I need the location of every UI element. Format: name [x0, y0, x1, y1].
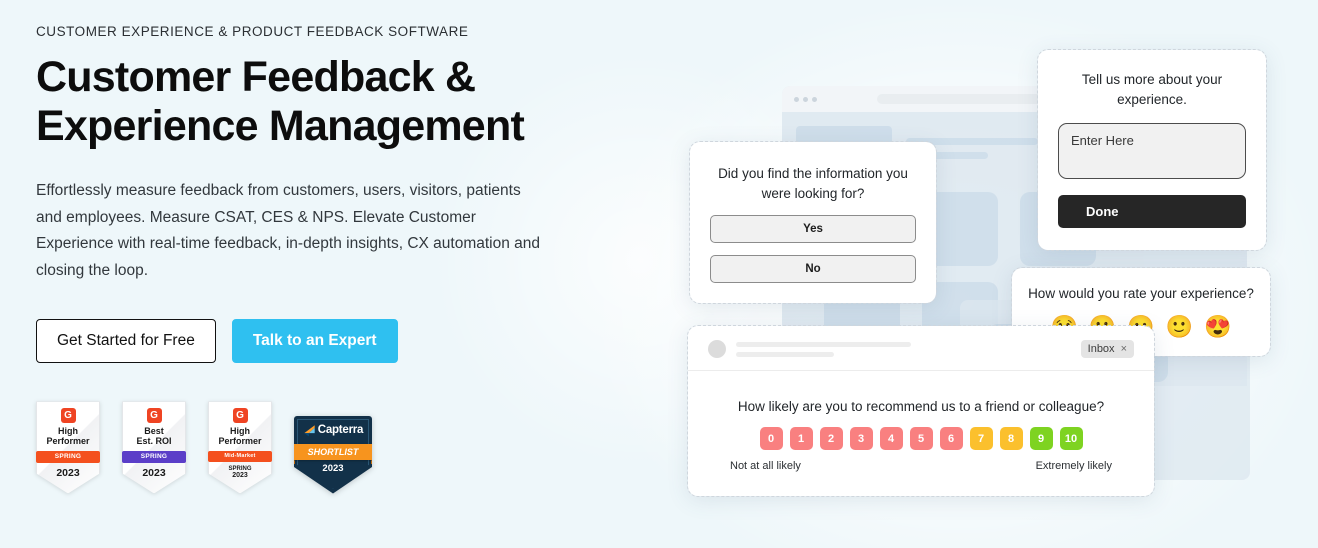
nps-score-6[interactable]: 6: [939, 427, 963, 450]
g2-logo-icon: G: [232, 408, 248, 424]
nps-low-label: Not at all likely: [730, 460, 801, 472]
badge-year: 2023: [322, 462, 344, 474]
badge-title-line-2: Est. ROI: [136, 436, 172, 447]
badge-g2-high-performer: G High Performer SPRING 2023: [36, 401, 100, 494]
badge-title-line-1: Best: [144, 426, 164, 437]
cta-row: Get Started for Free Talk to an Expert: [36, 318, 596, 364]
slightly-smiling-face-emoji[interactable]: 🙂: [1166, 315, 1193, 338]
feedback-textarea[interactable]: Enter Here: [1058, 123, 1246, 180]
badge-g2-high-performer-mid-market: G High Performer Mid-Market SPRING 2023: [208, 401, 272, 494]
close-icon[interactable]: ×: [1121, 343, 1127, 355]
badge-year: 2023: [56, 466, 80, 479]
placeholder-lines: [736, 341, 1071, 357]
capterra-name: Capterra: [317, 424, 364, 437]
nps-score-9[interactable]: 9: [1029, 427, 1053, 450]
headline-line-1: Customer Feedback &: [36, 53, 476, 101]
nps-scale: 0 1 2 3 4 5 6 7 8 9 10: [688, 427, 1154, 450]
badge-title-line-2: Performer: [218, 436, 262, 447]
headline-line-2: Experience Management: [36, 101, 525, 150]
award-badges: G High Performer SPRING 2023 G Best Est.…: [36, 401, 596, 494]
talk-to-expert-button[interactable]: Talk to an Expert: [231, 318, 398, 364]
badge-title-line-1: High: [230, 426, 250, 437]
nps-score-4[interactable]: 4: [879, 427, 903, 450]
nps-score-3[interactable]: 3: [849, 427, 873, 450]
placeholder-line: [736, 341, 911, 347]
hero-subcopy: Effortlessly measure feedback from custo…: [36, 182, 541, 280]
badge-year: 2023: [142, 466, 166, 479]
yes-no-question: Did you find the information you were lo…: [718, 166, 908, 201]
heart-eyes-face-emoji[interactable]: 😍: [1204, 315, 1231, 338]
answer-no-button[interactable]: No: [710, 255, 916, 284]
open-text-question: Tell us more about your experience.: [1081, 72, 1223, 107]
window-dot-icon: [794, 96, 799, 102]
badge-title-line-2: Performer: [46, 436, 90, 447]
nps-survey-panel: Inbox × How likely are you to recommend …: [687, 325, 1155, 497]
avatar: [708, 340, 726, 358]
g2-logo-icon: G: [60, 408, 76, 424]
badge-g2-best-est-roi: G Best Est. ROI SPRING 2023: [122, 401, 186, 494]
hero-illustration: Did you find the information you were lo…: [620, 0, 1318, 548]
badge-ribbon: SPRING: [36, 450, 100, 463]
answer-yes-button[interactable]: Yes: [710, 215, 916, 244]
emoji-rating-question: How would you rate your experience?: [1028, 286, 1254, 301]
nps-score-8[interactable]: 8: [999, 427, 1023, 450]
placeholder-line: [736, 351, 834, 357]
nps-score-10[interactable]: 10: [1059, 427, 1083, 450]
nps-scale-labels: Not at all likely Extremely likely: [730, 460, 1112, 472]
hero-text-column: CUSTOMER EXPERIENCE & PRODUCT FEEDBACK S…: [36, 24, 596, 494]
nps-high-label: Extremely likely: [1035, 460, 1112, 472]
nps-score-2[interactable]: 2: [819, 427, 843, 450]
nps-score-7[interactable]: 7: [969, 427, 993, 450]
nps-score-5[interactable]: 5: [909, 427, 933, 450]
nps-score-0[interactable]: 0: [759, 427, 783, 450]
inbox-tag-label: Inbox: [1087, 343, 1115, 355]
page-title: Customer Feedback & Experience Managemen…: [36, 53, 556, 150]
badge-title-line-1: High: [58, 426, 78, 437]
hero-eyebrow: CUSTOMER EXPERIENCE & PRODUCT FEEDBACK S…: [36, 24, 469, 39]
badge-year: 2023: [232, 471, 248, 479]
badge-ribbon: SHORTLIST: [294, 443, 372, 464]
nps-score-1[interactable]: 1: [789, 427, 813, 450]
nps-email-header: Inbox ×: [688, 326, 1154, 371]
badge-capterra-shortlist: Capterra SHORTLIST 2023: [294, 415, 372, 494]
badge-ribbon: Mid-Market: [208, 450, 272, 462]
window-dot-icon: [812, 96, 817, 102]
get-started-button[interactable]: Get Started for Free: [36, 318, 216, 364]
inbox-tag[interactable]: Inbox ×: [1080, 340, 1134, 358]
window-dot-icon: [803, 96, 808, 102]
yes-no-survey-panel: Did you find the information you were lo…: [689, 140, 937, 305]
done-button[interactable]: Done: [1058, 195, 1246, 229]
open-text-survey-panel: Tell us more about your experience. Ente…: [1037, 48, 1267, 252]
capterra-logo-icon: [304, 424, 315, 436]
nps-question: How likely are you to recommend us to a …: [737, 399, 1105, 414]
badge-ribbon: SPRING: [122, 450, 186, 463]
g2-logo-icon: G: [146, 408, 162, 424]
